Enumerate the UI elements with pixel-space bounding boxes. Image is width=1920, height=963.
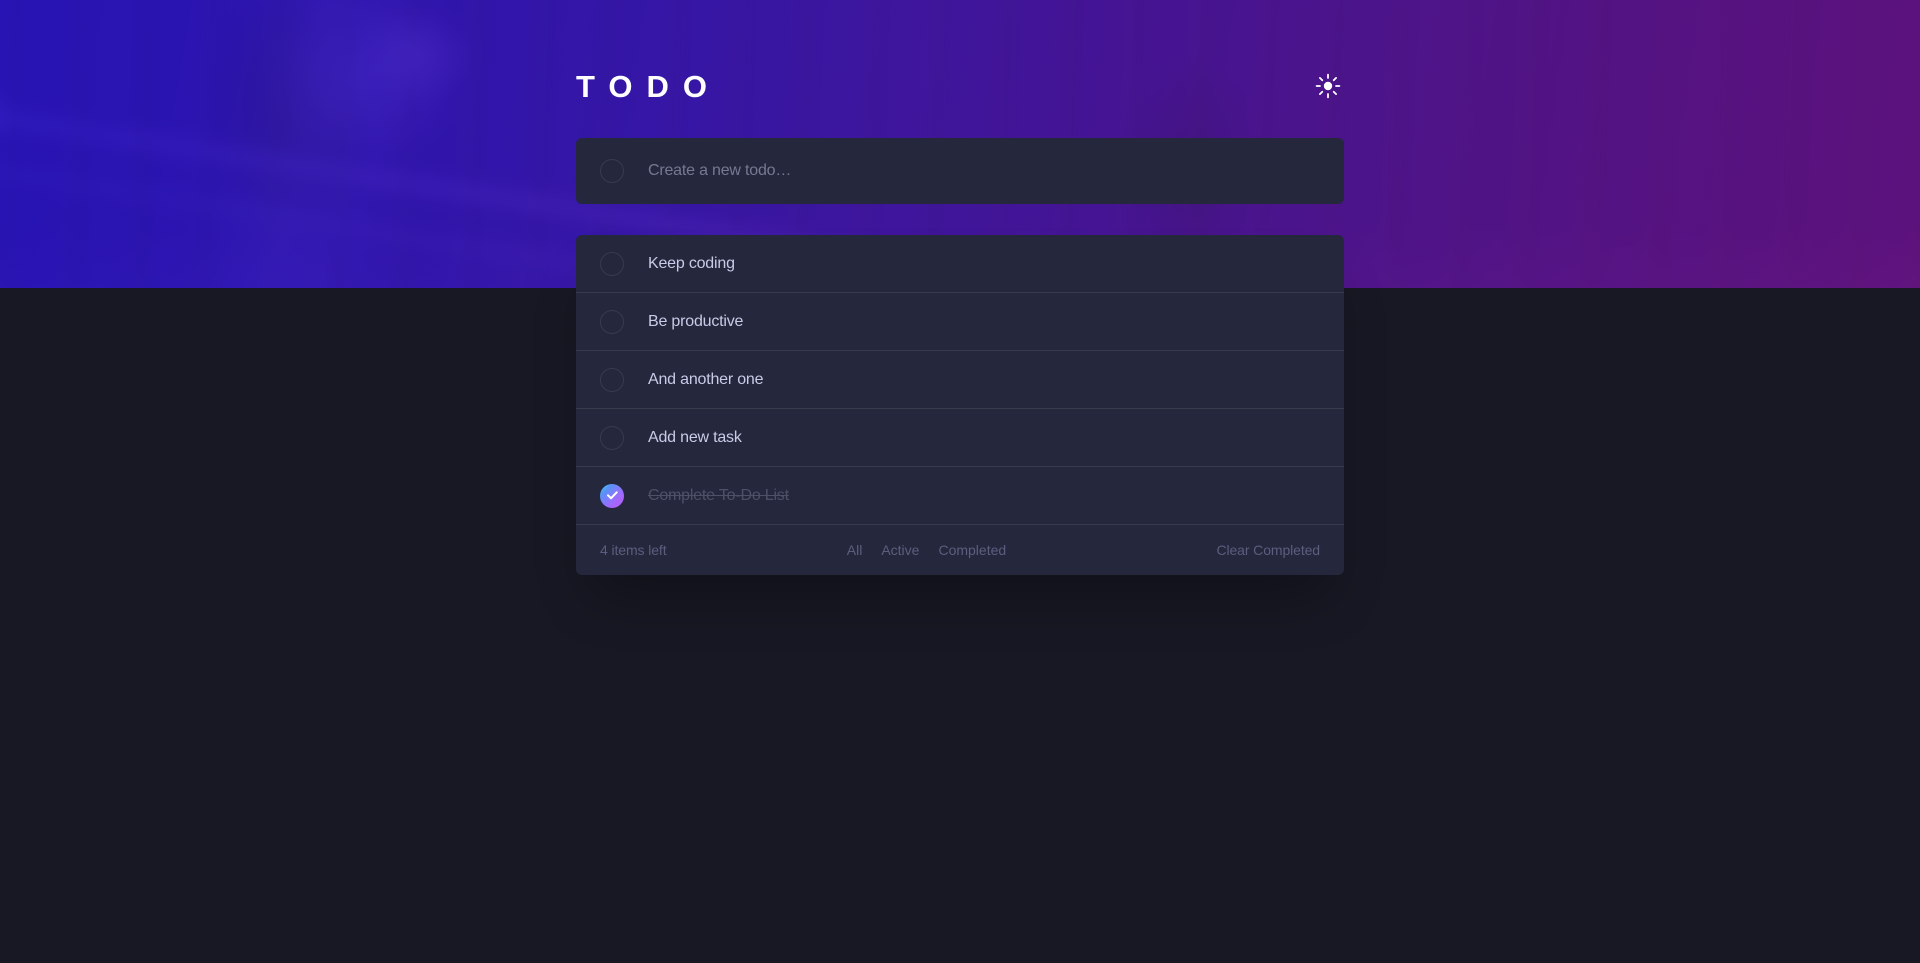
page-wrapper: TODO Create a new todo… Keep coding Be p… (0, 0, 1920, 575)
todo-list-item[interactable]: Be productive (576, 293, 1344, 351)
clear-completed-button[interactable]: Clear Completed (1216, 542, 1320, 558)
filter-active[interactable]: Active (881, 542, 919, 558)
content-container: TODO Create a new todo… Keep coding Be p… (576, 50, 1344, 575)
theme-toggle-button[interactable] (1312, 70, 1344, 102)
todo-list-item[interactable]: And another one (576, 351, 1344, 409)
filter-all[interactable]: All (847, 542, 863, 558)
page-title: TODO (576, 68, 721, 104)
sun-icon (1315, 73, 1341, 99)
check-circle-icon[interactable] (600, 483, 624, 508)
create-todo-box[interactable] (576, 138, 1344, 204)
todo-list-item[interactable]: Keep coding (576, 235, 1344, 293)
todo-list-footer: 4 items left All Active Completed Clear … (576, 525, 1344, 575)
empty-circle-icon[interactable] (600, 309, 624, 334)
filter-completed[interactable]: Completed (938, 542, 1006, 558)
todo-item-label: And another one (648, 370, 764, 388)
empty-circle-icon[interactable] (600, 159, 624, 183)
todo-list-card: Keep coding Be productive And another on… (576, 235, 1344, 575)
filter-group: All Active Completed (637, 542, 1217, 558)
todo-item-label: Be productive (648, 312, 744, 330)
app-header: TODO (576, 50, 1344, 122)
empty-circle-icon[interactable] (600, 425, 624, 450)
empty-circle-icon[interactable] (600, 367, 624, 392)
todo-list-item[interactable]: Add new task (576, 409, 1344, 467)
todo-list-item-completed[interactable]: Complete To-Do List (576, 467, 1344, 525)
todo-item-label: Complete To-Do List (648, 486, 789, 504)
create-todo-input[interactable] (648, 162, 1320, 180)
empty-circle-icon[interactable] (600, 251, 624, 276)
todo-item-label: Keep coding (648, 254, 735, 272)
todo-item-label: Add new task (648, 428, 742, 446)
